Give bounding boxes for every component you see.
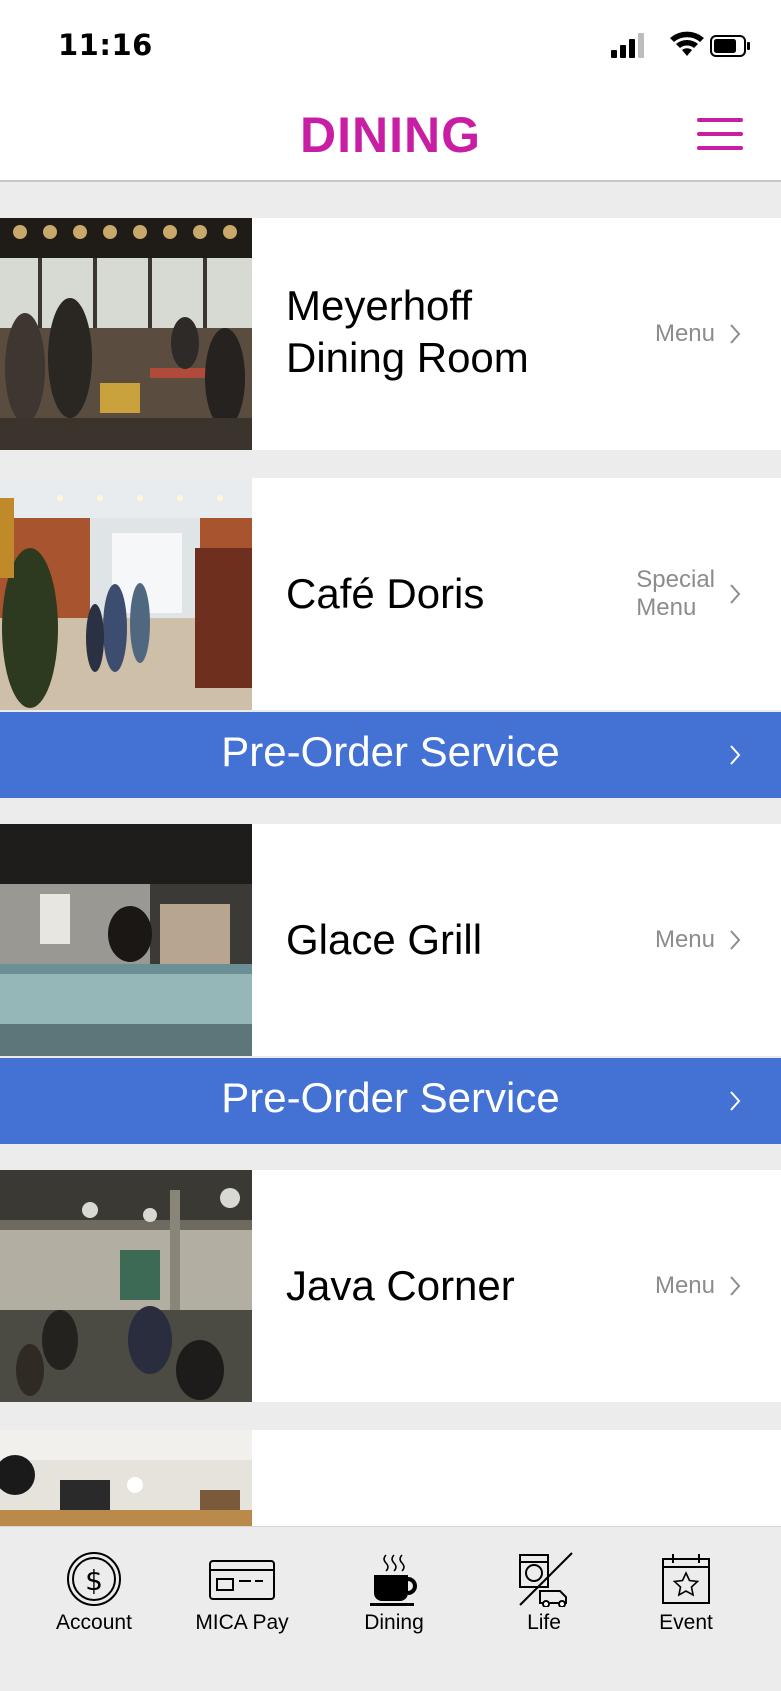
status-time: 11:16 — [58, 28, 153, 62]
battery-icon — [710, 35, 750, 57]
chevron-right-icon — [730, 930, 741, 950]
venue-name: Café Doris — [286, 568, 484, 620]
tab-life[interactable]: Life — [474, 1551, 614, 1661]
calendar-star-icon — [662, 1554, 710, 1604]
venue-name-line: Dining Room — [286, 334, 529, 381]
hamburger-menu-icon[interactable] — [697, 114, 743, 154]
tab-label: Account — [56, 1611, 132, 1634]
credit-card-icon — [209, 1560, 275, 1600]
menu-link-label: Menu — [655, 320, 715, 348]
venue-name-line: Meyerhoff — [286, 282, 472, 329]
menu-link-label: Menu — [655, 926, 715, 954]
dollar-coin-icon: $ — [67, 1552, 121, 1606]
menu-link[interactable]: Menu — [655, 218, 741, 450]
dining-room-photo — [0, 218, 252, 450]
menu-link-label: Menu — [655, 1272, 715, 1300]
menu-link-text: Menu — [654, 320, 715, 347]
preorder-label: Pre-Order Service — [221, 728, 560, 775]
tab-mica-pay[interactable]: MICA Pay — [172, 1551, 312, 1661]
venue-card-partial[interactable] — [0, 1430, 781, 1526]
tab-account[interactable]: $ Account — [24, 1551, 164, 1661]
venue-name: Java Corner — [286, 1260, 515, 1312]
app-header: DINING — [0, 90, 781, 182]
wifi-icon — [670, 31, 704, 56]
tab-label: Dining — [364, 1611, 424, 1634]
chevron-right-icon — [730, 745, 741, 765]
menu-link[interactable]: Menu — [655, 824, 741, 1056]
venue-card-java-corner[interactable]: Java Corner Menu — [0, 1170, 781, 1402]
venue-card-cafe-doris[interactable]: Café Doris Special Menu — [0, 478, 781, 710]
chevron-right-icon — [730, 1091, 741, 1111]
venue-name-line: Glace Grill — [286, 916, 483, 963]
special-menu-link[interactable]: Special Menu — [636, 478, 741, 710]
java-corner-photo — [0, 1170, 252, 1402]
menu-link-label: Special Menu — [636, 566, 715, 622]
preorder-label: Pre-Order Service — [221, 1074, 560, 1121]
venue-list: Meyerhoff Dining Room Menu Café Doris Sp… — [0, 182, 781, 1526]
venue-card-meyerhoff[interactable]: Meyerhoff Dining Room Menu — [0, 218, 781, 450]
grill-photo — [0, 824, 252, 1056]
chevron-right-icon — [730, 324, 741, 344]
lounge-photo — [0, 1430, 252, 1526]
menu-link-text: Menu — [654, 1272, 715, 1299]
status-bar: 11:16 — [0, 0, 781, 90]
tab-label: MICA Pay — [195, 1611, 289, 1634]
cafe-photo — [0, 478, 252, 710]
chevron-right-icon — [730, 1276, 741, 1296]
chevron-right-icon — [730, 584, 741, 604]
tab-dining[interactable]: Dining — [324, 1551, 464, 1661]
tab-label: Event — [659, 1611, 713, 1634]
tab-label: Life — [527, 1611, 561, 1634]
venue-name: Glace Grill — [286, 914, 482, 966]
menu-link-text: Special — [636, 566, 715, 593]
venue-name-line: Café Doris — [286, 570, 485, 617]
tab-event[interactable]: Event — [616, 1551, 756, 1661]
venue-name-line: Java Corner — [286, 1262, 515, 1309]
venue-name: Meyerhoff Dining Room — [286, 280, 529, 384]
laundry-truck-icon — [519, 1552, 573, 1607]
svg-text:$: $ — [85, 1564, 103, 1597]
page-title: DINING — [300, 107, 481, 163]
status-icons — [611, 30, 751, 66]
coffee-cup-icon — [370, 1554, 417, 1606]
preorder-service-button-cafe-doris[interactable]: Pre-Order Service — [0, 712, 781, 798]
signal-icon — [611, 33, 644, 58]
menu-link[interactable]: Menu — [655, 1170, 741, 1402]
venue-card-glace-grill[interactable]: Glace Grill Menu — [0, 824, 781, 1056]
bottom-tab-bar: $ Account MICA Pay Dining Life Event — [0, 1526, 781, 1691]
menu-link-text: Menu — [654, 926, 715, 953]
preorder-service-button-glace-grill[interactable]: Pre-Order Service — [0, 1058, 781, 1144]
menu-link-text: Menu — [636, 594, 697, 621]
